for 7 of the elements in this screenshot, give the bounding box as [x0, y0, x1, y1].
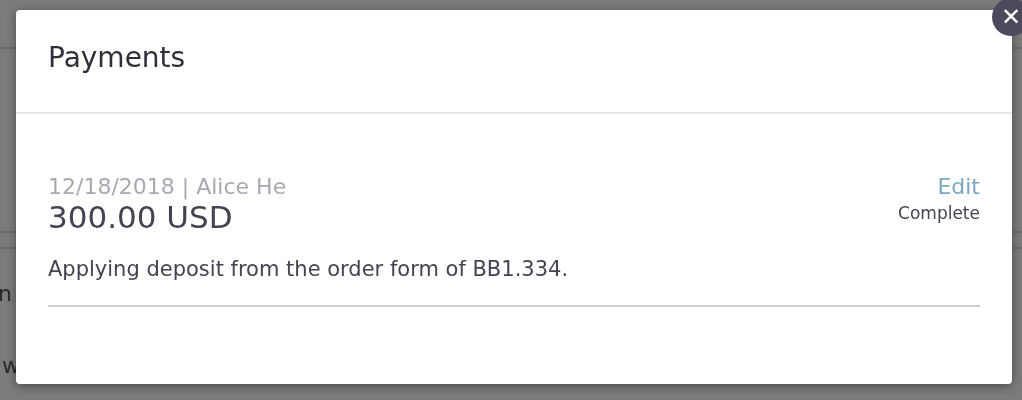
- dialog-title: Payments: [48, 40, 186, 74]
- payment-amount: 300.00 USD: [48, 199, 233, 235]
- payment-status: Complete: [898, 203, 980, 223]
- background-text: n: [0, 281, 13, 307]
- payment-meta: 12/18/2018 | Alice He: [48, 174, 287, 199]
- close-button[interactable]: ✕: [992, 0, 1022, 36]
- payment-note: Applying deposit from the order form of BB1.334.: [48, 257, 570, 281]
